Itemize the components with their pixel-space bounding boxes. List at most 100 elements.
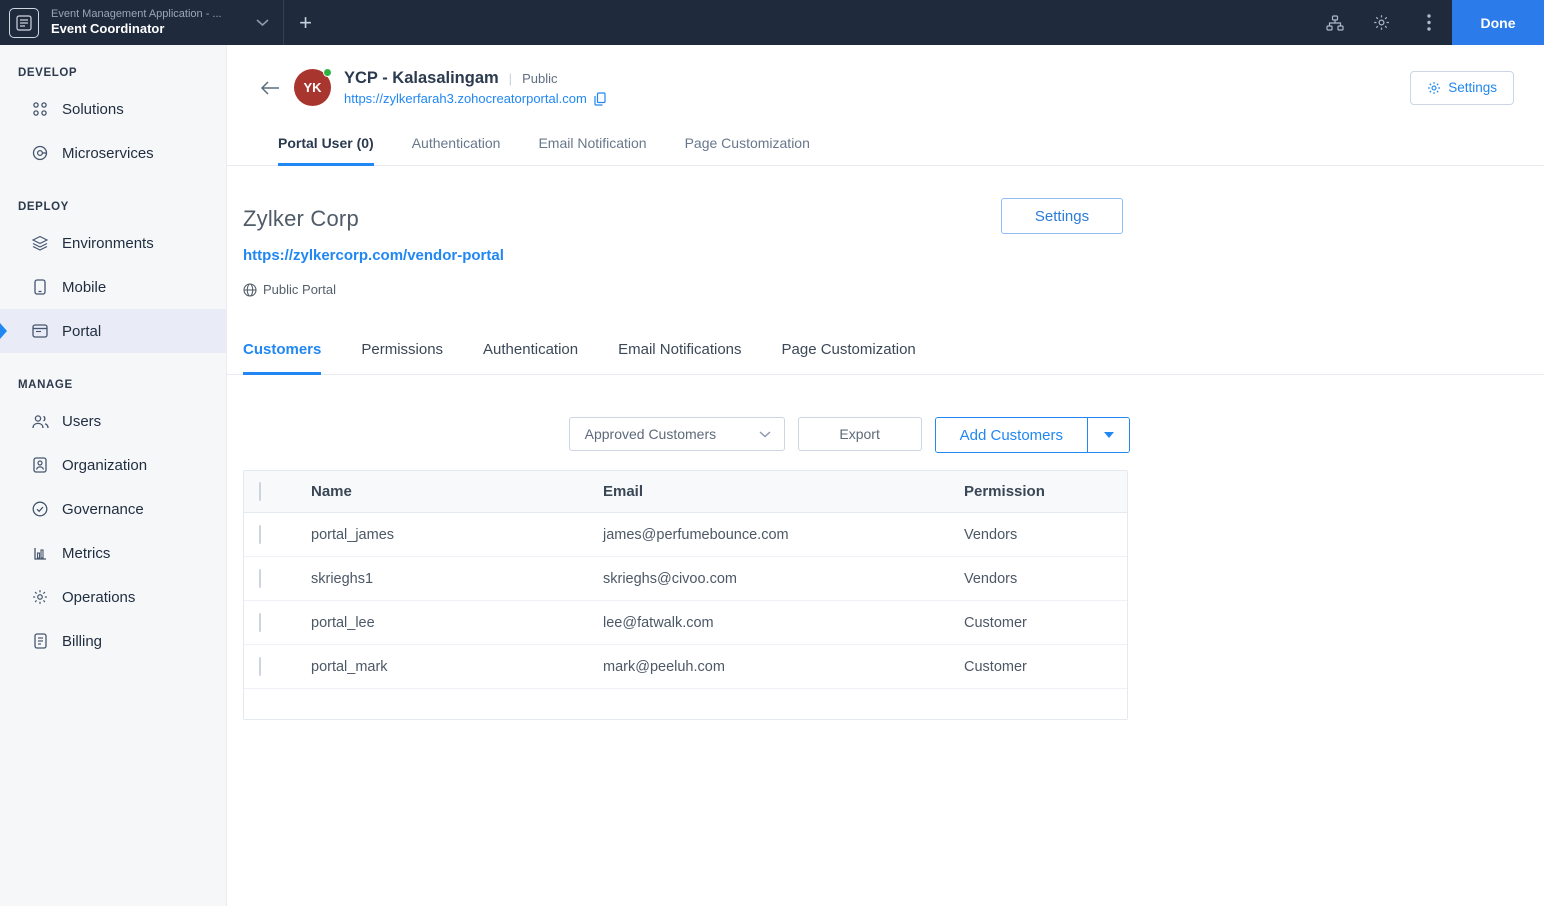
export-button[interactable]: Export [798,417,922,451]
online-status-dot [323,68,332,77]
sidebar-item-environments[interactable]: Environments [0,221,226,265]
sidebar-item-label: Portal [62,323,101,340]
tab-email-notifications[interactable]: Email Notifications [618,331,741,374]
organization-icon [31,457,49,473]
mobile-icon [31,279,49,295]
sidebar-item-users[interactable]: Users [0,399,226,443]
row-checkbox[interactable] [259,613,261,632]
solutions-icon [31,101,49,117]
sidebar-item-solutions[interactable]: Solutions [0,87,226,131]
portal-avatar: YK [294,69,331,106]
cell-permission: Vendors [964,527,1127,543]
sidebar-item-governance[interactable]: Governance [0,487,226,531]
sidebar-item-label: Users [62,413,101,430]
portal-visibility-label: Public Portal [263,282,336,297]
tab-customers[interactable]: Customers [243,331,321,374]
app-title: Event Management Application - ... [51,8,222,22]
cell-name: portal_lee [311,615,603,631]
cell-email: lee@fatwalk.com [603,615,964,631]
sidebar-item-microservices[interactable]: Microservices [0,131,226,175]
portal-name: Zylker Corp [243,206,1544,232]
table-row[interactable]: skrieghs1 skrieghs@civoo.com Vendors [244,557,1127,601]
globe-icon [243,283,257,297]
portal-url-link[interactable]: https://zylkerfarah3.zohocreatorportal.c… [344,91,587,106]
settings-button-label: Settings [1448,80,1497,95]
add-customers-split-button: Add Customers [935,417,1130,453]
sidebar-item-label: Governance [62,501,144,518]
portal-settings-button[interactable]: Settings [1001,198,1123,234]
table-footer-spacer [244,689,1127,719]
column-header-email: Email [603,483,964,500]
tab-customer-authentication[interactable]: Authentication [483,331,578,374]
users-icon [31,414,49,429]
table-row[interactable]: portal_lee lee@fatwalk.com Customer [244,601,1127,645]
table-row[interactable]: portal_mark mark@peeluh.com Customer [244,645,1127,689]
environments-icon [31,235,49,251]
tab-authentication[interactable]: Authentication [412,125,501,165]
cell-email: skrieghs@civoo.com [603,571,964,587]
row-checkbox[interactable] [259,569,261,588]
app-subtitle: Event Coordinator [51,21,222,37]
portal-info-section: Zylker Corp https://zylkercorp.com/vendo… [227,166,1544,297]
main-content: YK YCP - Kalasalingam | Public https://z… [227,45,1544,906]
portal-visibility: Public Portal [243,282,1544,297]
sidebar-item-label: Billing [62,633,102,650]
sidebar-item-mobile[interactable]: Mobile [0,265,226,309]
sidebar-item-organization[interactable]: Organization [0,443,226,487]
tab-permissions[interactable]: Permissions [361,331,443,374]
metrics-icon [31,546,49,561]
done-button[interactable]: Done [1452,0,1544,45]
add-tab-button[interactable]: + [284,10,328,36]
layout: DEVELOP Solutions Microservices DEPLOY [0,45,1544,906]
settings-gear-icon[interactable] [1358,0,1405,45]
sidebar-section-label: DEPLOY [0,201,226,221]
page-header: YK YCP - Kalasalingam | Public https://z… [227,45,1544,106]
cell-name: portal_mark [311,659,603,675]
sidebar-section-label: MANAGE [0,379,226,399]
copy-icon[interactable] [594,92,606,106]
add-customers-button[interactable]: Add Customers [936,418,1087,452]
sidebar-item-label: Operations [62,589,135,606]
tab-customer-page-customization[interactable]: Page Customization [782,331,916,374]
chevron-down-icon[interactable] [256,19,269,27]
visibility-label: Public [522,71,557,86]
table-body: portal_james james@perfumebounce.com Ven… [244,513,1127,689]
select-all-checkbox[interactable] [259,482,261,501]
chevron-down-icon [759,431,771,438]
table-row[interactable]: portal_james james@perfumebounce.com Ven… [244,513,1127,557]
customer-filter-dropdown[interactable]: Approved Customers [569,417,785,451]
sidebar-item-portal[interactable]: Portal [0,309,226,353]
tab-portal-user[interactable]: Portal User (0) [278,125,374,165]
cell-permission: Customer [964,659,1127,675]
sidebar-item-label: Organization [62,457,147,474]
hierarchy-icon[interactable] [1311,0,1358,45]
sidebar-item-metrics[interactable]: Metrics [0,531,226,575]
add-customers-dropdown-button[interactable] [1087,418,1129,452]
sidebar-item-operations[interactable]: Operations [0,575,226,619]
customer-toolbar: Approved Customers Export Add Customers [227,417,1130,453]
sidebar-item-label: Mobile [62,279,106,296]
tab-email-notification[interactable]: Email Notification [538,125,646,165]
app-logo-icon[interactable] [9,8,39,38]
row-checkbox[interactable] [259,525,261,544]
more-options-icon[interactable] [1405,0,1452,45]
sidebar-section-label: DEVELOP [0,67,226,87]
sidebar-item-label: Metrics [62,545,110,562]
billing-icon [31,633,49,649]
sidebar-item-billing[interactable]: Billing [0,619,226,663]
sidebar-section-develop: DEVELOP Solutions Microservices [0,67,226,175]
tab-page-customization[interactable]: Page Customization [685,125,810,165]
portal-public-url-link[interactable]: https://zylkercorp.com/vendor-portal [243,247,1544,264]
settings-button-top[interactable]: Settings [1410,71,1514,105]
back-arrow-icon[interactable] [260,81,280,95]
row-checkbox[interactable] [259,657,261,676]
cell-email: mark@peeluh.com [603,659,964,675]
portal-title-block: YCP - Kalasalingam | Public https://zylk… [344,69,606,106]
topbar: Event Management Application - ... Event… [0,0,1544,45]
sidebar-item-label: Solutions [62,101,124,118]
column-header-permission: Permission [964,483,1127,500]
sidebar-item-label: Microservices [62,145,154,162]
customers-table: Name Email Permission portal_james james… [243,470,1128,720]
topbar-right: Done [1311,0,1544,45]
title-separator: | [509,71,512,86]
